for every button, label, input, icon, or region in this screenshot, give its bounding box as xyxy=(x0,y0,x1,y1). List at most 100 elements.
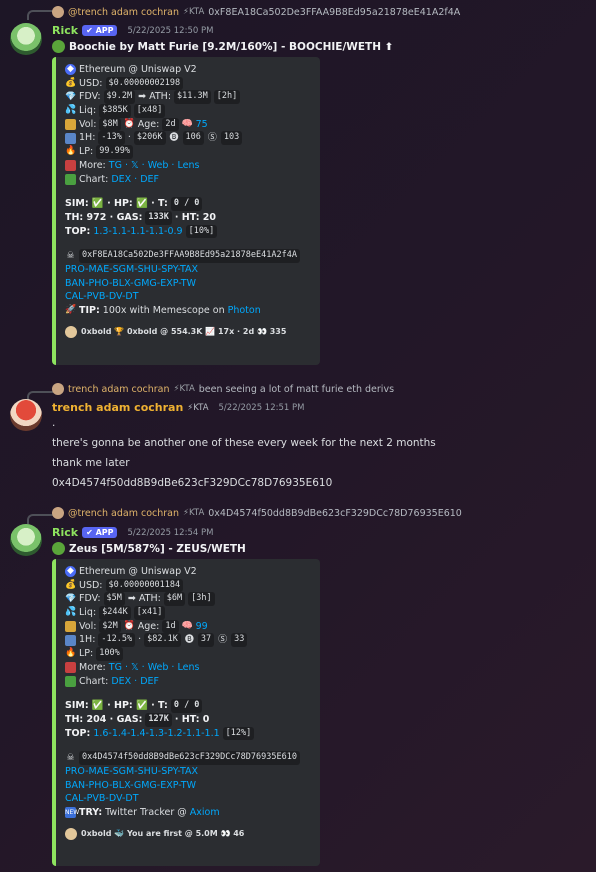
liq-row: 💦 Liq: $385K [x48] xyxy=(65,104,312,118)
author-name[interactable]: trench adam cochran xyxy=(52,401,183,414)
more-links[interactable]: TG · 𝕏 · Web · Lens xyxy=(109,661,200,675)
links-row-1[interactable]: PRO-MAE-SGM-SHU-SPY-TAX xyxy=(65,765,198,779)
links3-row: CAL-PVB-DV-DT xyxy=(65,792,312,806)
tip-label: TIP: xyxy=(79,305,100,316)
droplets-icon: 💦 xyxy=(65,607,77,618)
th-text: TH: 972 · GAS: xyxy=(65,211,143,223)
links-row-2[interactable]: BAN-PHO-BLX-GMG-EXP-TW xyxy=(65,277,196,291)
liq-row: 💦 Liq: $244K [x41] xyxy=(65,606,312,620)
lp-row: 🔥 LP: 100% xyxy=(65,647,312,661)
brain-link[interactable]: 75 xyxy=(196,118,208,132)
footer-avatar xyxy=(65,325,77,338)
author-name[interactable]: Rick xyxy=(52,526,78,539)
reply-tag: ⚡KTA xyxy=(183,7,205,17)
th-text: TH: 204 · GAS: xyxy=(65,713,143,725)
money-bag-icon: 💰 xyxy=(65,78,77,89)
reply-text[interactable]: been seeing a lot of matt furie eth deri… xyxy=(199,384,394,395)
chain-row: ◆ Ethereum @ Uniswap V2 xyxy=(65,565,312,579)
chart-up-icon xyxy=(65,675,76,687)
avatar[interactable] xyxy=(10,524,42,556)
links-row-3[interactable]: CAL-PVB-DV-DT xyxy=(65,792,139,806)
sells-value: 103 xyxy=(220,131,243,146)
more-links[interactable]: TG · 𝕏 · Web · Lens xyxy=(109,159,200,173)
vol-row: Vol: $2M ⏰ Age: 1d 🧠 99 xyxy=(65,619,312,634)
message-header: Rick ✔ APP 5/22/2025 12:50 PM xyxy=(52,24,213,37)
brain-link[interactable]: 99 xyxy=(196,620,208,634)
tip-link[interactable]: Axiom xyxy=(190,806,220,820)
links-row-3[interactable]: CAL-PVB-DV-DT xyxy=(65,290,139,304)
token-dot-icon xyxy=(52,40,65,53)
timestamp[interactable]: 5/22/2025 12:51 PM xyxy=(219,403,305,413)
ath-value: $11.3M xyxy=(174,90,211,105)
sim-row: SIM: ✅ · HP: ✅ · T: 0 / 0 xyxy=(65,197,312,211)
token-title: Boochie by Matt Furie [9.2M/160%] - BOOC… xyxy=(52,40,393,53)
ath-value: $6M xyxy=(163,592,186,607)
author-name[interactable]: Rick xyxy=(52,24,78,37)
liq-label: Liq: xyxy=(79,105,97,117)
chart-up-icon xyxy=(65,173,76,185)
reply-author[interactable]: @trench adam cochran xyxy=(68,508,179,519)
links-row-2[interactable]: BAN-PHO-BLX-GMG-EXP-TW xyxy=(65,779,196,793)
lp-value: 99.99% xyxy=(96,145,133,159)
message-header: Rick ✔ APP 5/22/2025 12:54 PM xyxy=(52,526,213,539)
h1-sep: · xyxy=(127,132,131,144)
app-badge: ✔ APP xyxy=(82,25,118,36)
skull-icon: ☠ xyxy=(66,250,75,261)
sells-icon: Ⓢ xyxy=(207,132,217,143)
reply-preview[interactable]: @trench adam cochran ⚡KTA 0x4D4574f50dd8… xyxy=(52,507,462,519)
abacus-icon xyxy=(65,160,76,172)
top-holders-link[interactable]: 1.3-1.1-1.1-1.1-0.9 xyxy=(93,225,182,239)
more-label: More: xyxy=(79,661,106,673)
tax-value: 0 / 0 xyxy=(170,197,203,211)
chart-icon xyxy=(65,621,76,633)
usd-value: $0.00000001184 xyxy=(105,578,184,593)
app-badge: ✔ APP xyxy=(82,527,118,538)
lp-value: 100% xyxy=(96,647,123,661)
chart-down-icon xyxy=(65,132,76,144)
kta-badge: ⚡KTA xyxy=(187,402,209,413)
avatar[interactable] xyxy=(10,23,42,55)
top-row: TOP: 1.6-1.4-1.4-1.3-1.2-1.1-1.1 [12%] xyxy=(65,726,312,741)
ht-text: · HT: 20 xyxy=(174,211,217,223)
tip-text: Twitter Tracker @ xyxy=(105,807,187,818)
lp-label: LP: xyxy=(79,146,94,158)
timestamp[interactable]: 5/22/2025 12:54 PM xyxy=(127,528,213,538)
reply-tag: ⚡KTA xyxy=(183,508,205,518)
footer-avatar xyxy=(65,827,77,840)
chart-label: Chart: xyxy=(79,173,109,185)
reply-preview[interactable]: trench adam cochran ⚡KTA been seeing a l… xyxy=(52,383,394,395)
top-holders-link[interactable]: 1.6-1.4-1.4-1.3-1.2-1.1-1.1 xyxy=(93,727,219,741)
tip-link[interactable]: Photon xyxy=(228,304,261,318)
sim-row: SIM: ✅ · HP: ✅ · T: 0 / 0 xyxy=(65,699,312,713)
age-label: Age: xyxy=(137,118,160,130)
vol-value: $2M xyxy=(99,619,121,634)
timestamp[interactable]: 5/22/2025 12:50 PM xyxy=(127,26,213,36)
reply-author[interactable]: @trench adam cochran xyxy=(68,7,179,18)
reply-preview[interactable]: @trench adam cochran ⚡KTA 0xF8EA18Ca502D… xyxy=(52,6,460,18)
contract-address[interactable]: 0x4D4574f50dd8B9dBe623cF329DCc78D76935E6… xyxy=(79,751,300,765)
vol-value: $8M xyxy=(99,117,121,132)
avatar[interactable] xyxy=(10,399,42,431)
chart-links[interactable]: DEX · DEF xyxy=(111,173,159,187)
reply-text[interactable]: 0x4D4574f50dd8B9dBe623cF329DCc78D76935E6… xyxy=(208,508,462,519)
reply-avatar xyxy=(52,507,64,519)
contract-address[interactable]: 0xF8EA18Ca502De3FFAA9B8Ed95a21878eE41A2f… xyxy=(79,249,300,263)
chart-links[interactable]: DEX · DEF xyxy=(111,675,159,689)
chart-icon xyxy=(65,119,76,131)
liq-value: $385K xyxy=(99,104,131,118)
h1-change: -12.5% xyxy=(98,633,136,648)
more-label: More: xyxy=(79,159,106,171)
usd-label: USD: xyxy=(79,77,103,89)
reply-text[interactable]: 0xF8EA18Ca502De3FFAA9B8Ed95a21878eE41A2f… xyxy=(208,7,460,18)
h1-volume: $82.1K xyxy=(144,633,181,648)
contract-row: ☠ 0x4D4574f50dd8B9dBe623cF329DCc78D76935E… xyxy=(65,751,312,765)
reply-author[interactable]: trench adam cochran xyxy=(68,384,170,395)
links-row-1[interactable]: PRO-MAE-SGM-SHU-SPY-TAX xyxy=(65,263,198,277)
h1-sep: · xyxy=(138,634,142,646)
token-title-text: Zeus [5M/587%] - ZEUS/WETH xyxy=(69,542,246,555)
reply-connector xyxy=(27,10,53,20)
fdv-value: $9.2M xyxy=(103,90,136,105)
h1-row: 1H: -12.5% · $82.1K 🅑 37 Ⓢ 33 xyxy=(65,633,312,648)
fire-icon: 🔥 xyxy=(65,648,77,659)
sim-text: SIM: ✅ · HP: ✅ · T: xyxy=(65,700,168,712)
